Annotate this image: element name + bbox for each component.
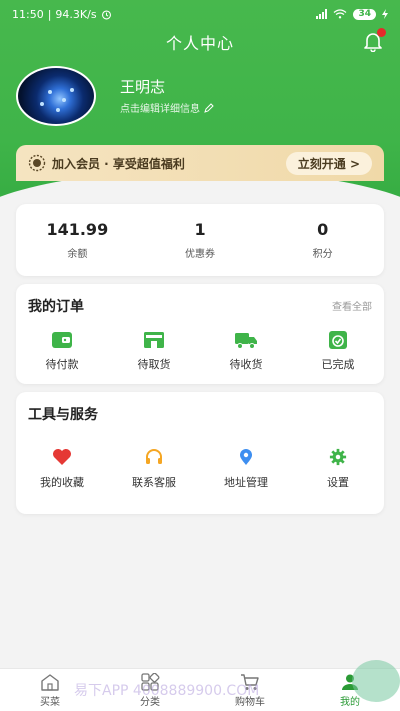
stats-card: 141.99 余额 1 优惠券 0 积分 <box>16 204 384 276</box>
status-time: 11:50 <box>12 7 44 21</box>
vip-activate-button[interactable]: 立刻开通 > <box>285 151 372 175</box>
bottom-tab-bar: 买菜 分类 购物车 我的 <box>0 668 400 711</box>
store-icon <box>144 332 164 348</box>
pencil-icon <box>204 102 214 113</box>
view-all-orders-link[interactable]: 查看全部 <box>332 298 372 313</box>
heart-icon <box>53 449 71 465</box>
stat-coupons[interactable]: 1 优惠券 <box>139 204 262 276</box>
gear-icon <box>329 448 347 466</box>
tab-grocery[interactable]: 买菜 <box>0 669 100 711</box>
tab-label: 买菜 <box>40 696 60 708</box>
vip-badge-icon <box>28 154 46 172</box>
floating-action-button[interactable] <box>352 660 400 702</box>
stat-value: 0 <box>317 220 329 239</box>
username[interactable]: 王明志 <box>120 76 165 97</box>
status-speed: 94.3K/s <box>55 7 97 21</box>
tool-favorites[interactable]: 我的收藏 <box>16 448 108 490</box>
orders-title: 我的订单 <box>28 299 84 315</box>
category-icon <box>141 672 160 691</box>
tools-title: 工具与服务 <box>28 407 98 423</box>
wallet-icon <box>52 332 72 348</box>
tool-label: 地址管理 <box>224 476 268 489</box>
notification-button[interactable] <box>362 28 386 53</box>
cart-icon <box>241 673 259 690</box>
order-label: 已完成 <box>321 358 355 371</box>
battery-indicator: 34 <box>353 8 376 20</box>
order-label: 待收货 <box>229 358 263 371</box>
tool-customer-service[interactable]: 联系客服 <box>108 448 200 490</box>
home-icon <box>41 673 59 691</box>
tab-label: 购物车 <box>235 696 265 708</box>
order-pending-payment[interactable]: 待付款 <box>16 330 108 372</box>
stat-value: 141.99 <box>46 220 109 239</box>
alarm-icon <box>101 9 111 19</box>
stat-value: 1 <box>194 220 206 239</box>
tool-address[interactable]: 地址管理 <box>200 448 292 490</box>
wifi-icon <box>334 9 347 19</box>
check-icon <box>329 331 347 349</box>
stat-label: 优惠券 <box>185 249 215 260</box>
charging-icon <box>382 9 388 19</box>
tool-label: 联系客服 <box>132 476 176 489</box>
location-icon <box>240 449 252 465</box>
order-completed[interactable]: 已完成 <box>292 330 384 372</box>
order-label: 待取货 <box>137 358 171 371</box>
edit-profile-label: 点击编辑详细信息 <box>120 104 200 115</box>
order-pending-delivery[interactable]: 待收货 <box>200 330 292 372</box>
tool-label: 我的收藏 <box>40 476 84 489</box>
tab-cart[interactable]: 购物车 <box>200 669 300 711</box>
stat-balance[interactable]: 141.99 余额 <box>16 204 139 276</box>
page-title: 个人中心 <box>165 34 234 53</box>
orders-card: 我的订单 查看全部 待付款 待取货 待收货 已完成 <box>16 284 384 384</box>
stat-label: 余额 <box>67 249 88 260</box>
notification-badge <box>377 28 386 37</box>
tool-settings[interactable]: 设置 <box>292 448 384 490</box>
stat-points[interactable]: 0 积分 <box>261 204 384 276</box>
signal-icon <box>316 9 328 19</box>
order-label: 待付款 <box>45 358 79 371</box>
tool-label: 设置 <box>327 476 349 489</box>
order-pending-pickup[interactable]: 待取货 <box>108 330 200 372</box>
headset-icon <box>146 449 162 464</box>
tab-category[interactable]: 分类 <box>100 669 200 711</box>
stat-label: 积分 <box>312 249 333 260</box>
vip-text: 加入会员 · 享受超值福利 <box>52 156 185 171</box>
tab-label: 分类 <box>140 696 160 708</box>
status-bar: 11:50 | 94.3K/s 34 <box>0 0 400 28</box>
avatar[interactable] <box>16 66 96 126</box>
vip-banner[interactable]: 加入会员 · 享受超值福利 立刻开通 > <box>16 145 384 181</box>
tools-card: 工具与服务 我的收藏 联系客服 地址管理 设置 <box>16 392 384 514</box>
edit-profile-link[interactable]: 点击编辑详细信息 <box>120 100 214 115</box>
truck-icon <box>235 333 257 349</box>
